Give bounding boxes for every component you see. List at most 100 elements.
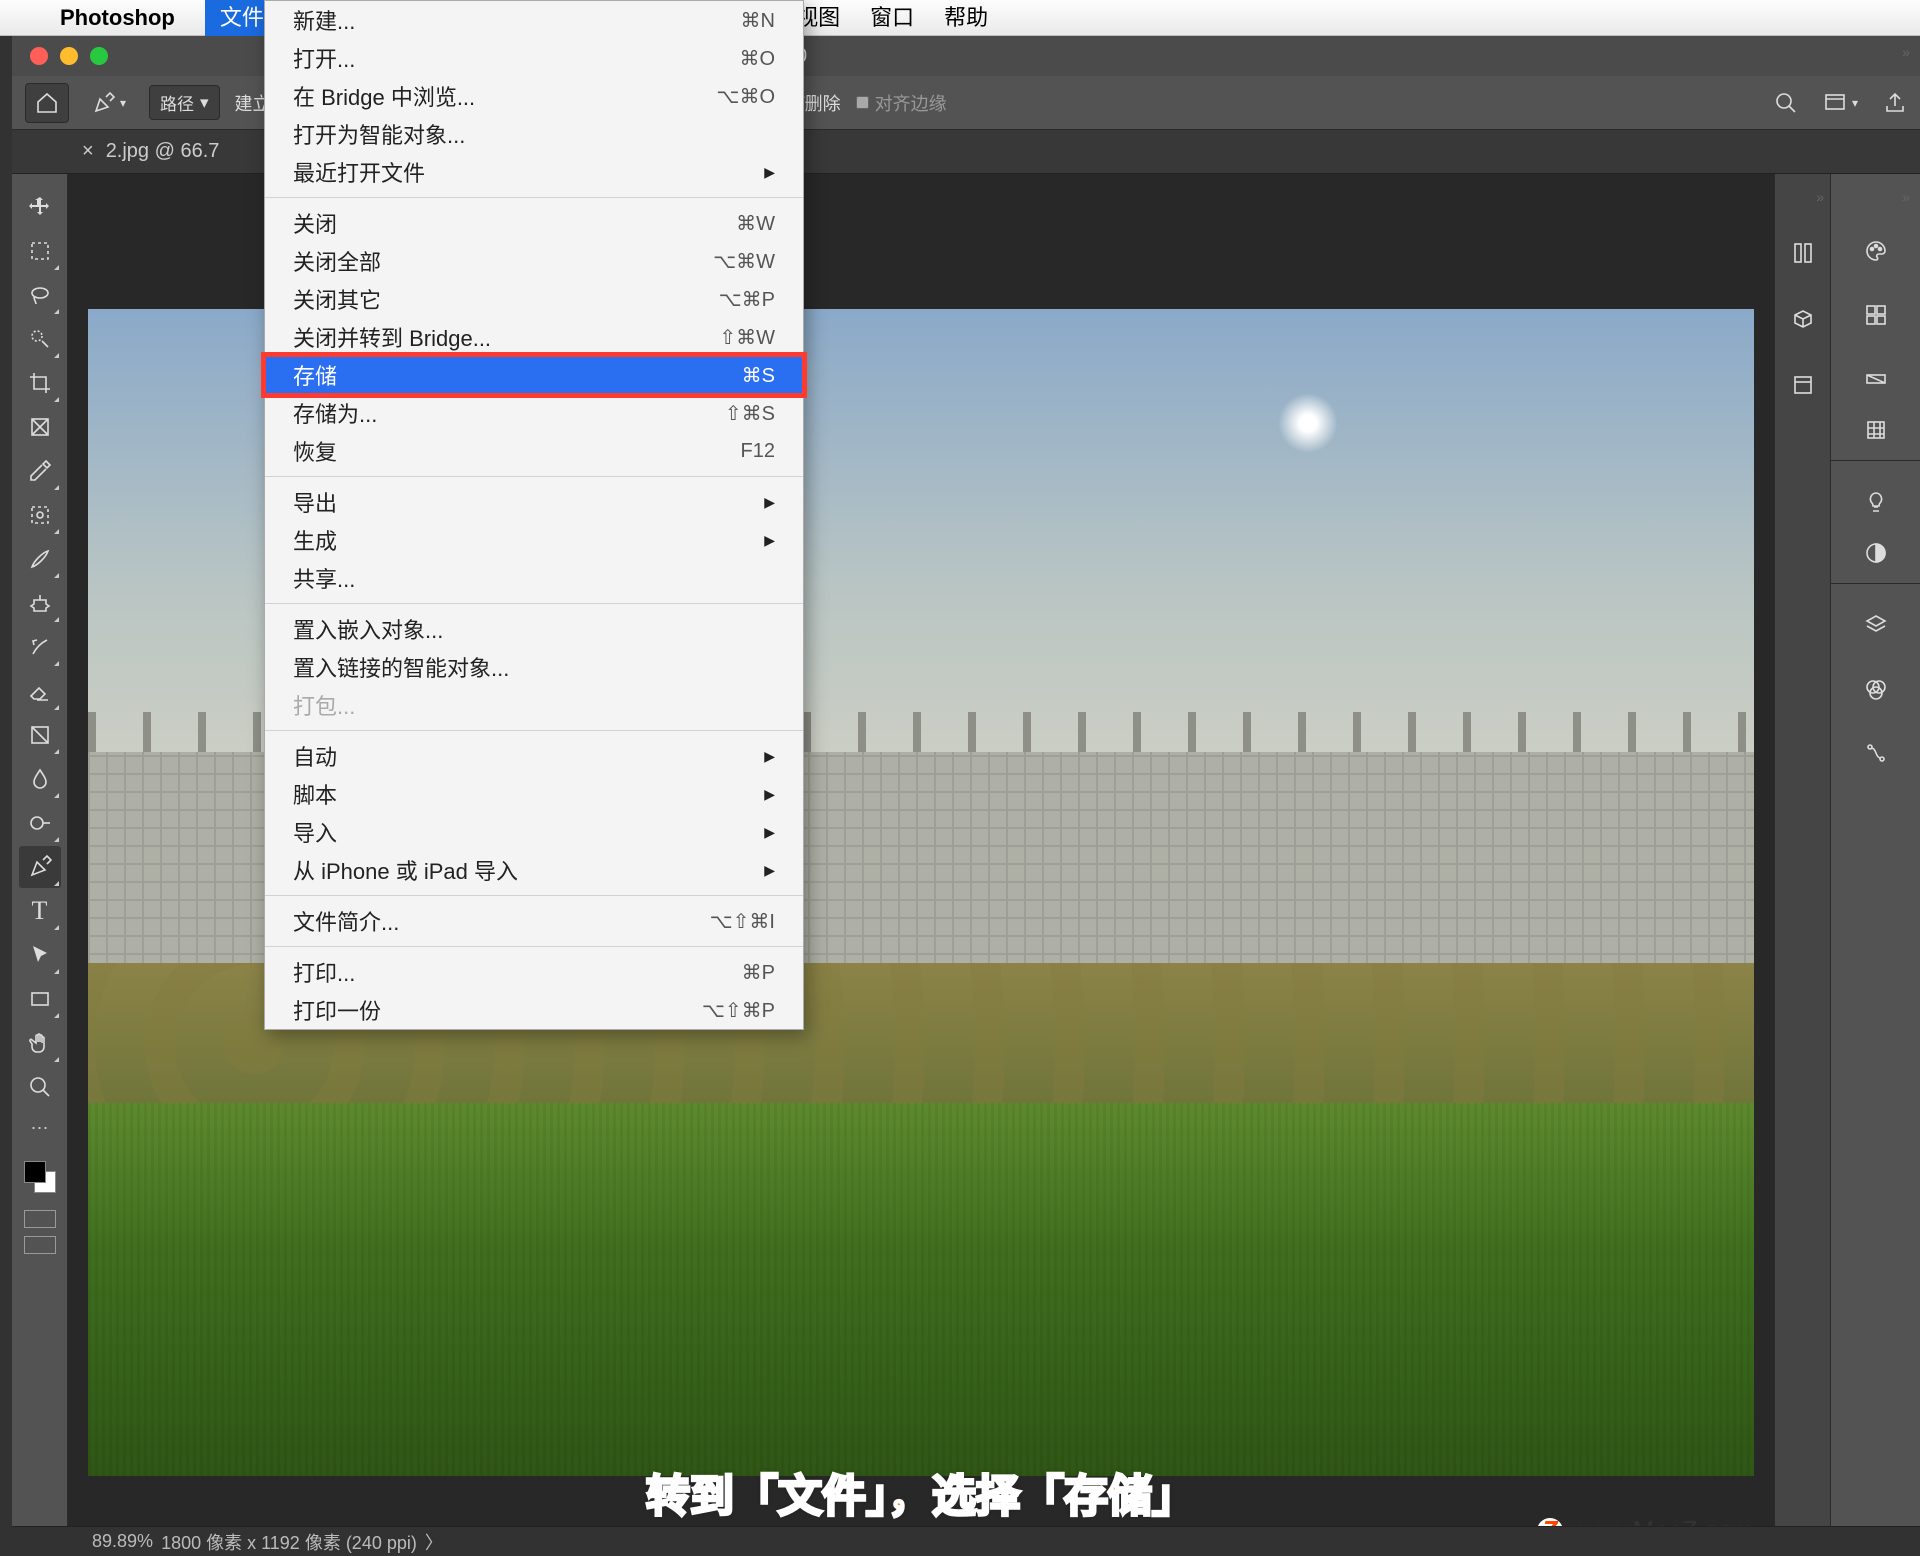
learn-panel-icon[interactable]	[1858, 484, 1894, 520]
menu-item-label: 打开为智能对象...	[293, 118, 465, 150]
menu-window[interactable]: 窗口	[855, 0, 929, 36]
menu-help[interactable]: 帮助	[929, 0, 1003, 36]
marquee-tool[interactable]	[19, 230, 61, 272]
libraries-icon[interactable]	[1785, 235, 1821, 271]
menu-item[interactable]: 关闭其它⌥⌘P	[265, 280, 803, 318]
align-edges-input[interactable]	[856, 96, 869, 109]
menu-item[interactable]: 存储为...⇧⌘S	[265, 394, 803, 432]
menu-item-shortcut: ⌘S	[742, 363, 775, 388]
menu-item[interactable]: 打开...⌘O	[265, 39, 803, 77]
menu-item-label: 打开...	[293, 42, 355, 74]
menu-item-label: 导出	[293, 486, 337, 518]
layers-panel-icon[interactable]	[1858, 607, 1894, 643]
zoom-tool[interactable]	[19, 1066, 61, 1108]
menu-item[interactable]: 置入链接的智能对象...	[265, 648, 803, 686]
menu-item[interactable]: 导入	[265, 813, 803, 851]
pen-tool[interactable]	[19, 846, 61, 888]
foreground-background-swatch[interactable]	[24, 1161, 56, 1193]
menu-item[interactable]: 置入嵌入对象...	[265, 610, 803, 648]
gradients-panel-icon[interactable]	[1858, 361, 1894, 397]
menu-item[interactable]: 在 Bridge 中浏览...⌥⌘O	[265, 77, 803, 115]
menu-item[interactable]: 从 iPhone 或 iPad 导入	[265, 851, 803, 889]
adjustments-panel-icon[interactable]	[1831, 548, 1920, 584]
menu-item[interactable]: 打印...⌘P	[265, 953, 803, 991]
app-name[interactable]: Photoshop	[60, 5, 175, 31]
swatches-panel-icon[interactable]	[1858, 297, 1894, 333]
history-brush-tool[interactable]	[19, 626, 61, 668]
menu-item-shortcut: ⇧⌘W	[719, 325, 775, 350]
menu-item[interactable]: 打印一份⌥⇧⌘P	[265, 991, 803, 1029]
dodge-tool[interactable]	[19, 802, 61, 844]
healing-tool[interactable]	[19, 494, 61, 536]
path-selection-tool[interactable]	[19, 934, 61, 976]
menu-item[interactable]: 关闭⌘W	[265, 204, 803, 242]
search-icon[interactable]	[1774, 91, 1798, 115]
menu-item-shortcut: ⌘N	[741, 8, 775, 33]
clone-stamp-tool[interactable]	[19, 582, 61, 624]
eyedropper-tool[interactable]	[19, 450, 61, 492]
path-mode-dropdown[interactable]: 路径▾	[149, 85, 220, 120]
window-minimize-button[interactable]	[60, 47, 78, 65]
status-chevron-icon[interactable]: 〉	[425, 1529, 443, 1555]
expand-icon[interactable]: »	[1902, 189, 1910, 205]
menu-item[interactable]: 恢复F12	[265, 432, 803, 470]
menu-item[interactable]: 存储⌘S	[265, 356, 803, 394]
path-mode-label: 路径	[160, 90, 194, 115]
menu-item-label: 在 Bridge 中浏览...	[293, 80, 475, 112]
menu-item[interactable]: 打开为智能对象...	[265, 115, 803, 153]
brush-tool[interactable]	[19, 538, 61, 580]
align-edges-checkbox[interactable]: 对齐边缘	[856, 90, 947, 116]
hand-tool[interactable]	[19, 1022, 61, 1064]
home-button[interactable]	[25, 83, 69, 123]
3d-panel-icon[interactable]	[1785, 301, 1821, 337]
menu-item[interactable]: 共享...	[265, 559, 803, 597]
panel-strip: »	[1774, 174, 1830, 1556]
menu-item[interactable]: 最近打开文件	[265, 153, 803, 191]
color-panel-icon[interactable]	[1858, 233, 1894, 269]
menu-item-label: 从 iPhone 或 iPad 导入	[293, 854, 518, 886]
collapse-icon[interactable]: »	[1902, 44, 1910, 60]
blur-tool[interactable]	[19, 758, 61, 800]
expand-icon[interactable]: »	[1816, 189, 1824, 205]
share-icon[interactable]	[1883, 91, 1907, 115]
menu-item[interactable]: 导出	[265, 483, 803, 521]
quick-selection-tool[interactable]	[19, 318, 61, 360]
align-edges-label: 对齐边缘	[875, 90, 947, 116]
patterns-panel-icon[interactable]	[1831, 425, 1920, 461]
menu-item[interactable]: 关闭全部⌥⌘W	[265, 242, 803, 280]
tab-close-icon[interactable]: ×	[82, 140, 94, 163]
tool-preset-icon[interactable]: ▾	[84, 91, 134, 115]
menu-item[interactable]: 脚本	[265, 775, 803, 813]
move-tool[interactable]	[19, 186, 61, 228]
document-dimensions[interactable]: 1800 像素 x 1192 像素 (240 ppi)	[161, 1529, 417, 1555]
window-maximize-button[interactable]	[90, 47, 108, 65]
type-tool[interactable]: T	[19, 890, 61, 932]
properties-panel-icon[interactable]	[1785, 367, 1821, 403]
document-tab[interactable]: × 2.jpg @ 66.7	[82, 140, 219, 163]
menu-item-label: 生成	[293, 524, 337, 556]
frame-tool[interactable]	[19, 406, 61, 448]
eraser-tool[interactable]	[19, 670, 61, 712]
crop-tool[interactable]	[19, 362, 61, 404]
menu-item[interactable]: 关闭并转到 Bridge...⇧⌘W	[265, 318, 803, 356]
home-icon	[35, 91, 59, 115]
screen-mode-icon[interactable]	[24, 1236, 56, 1254]
zoom-level[interactable]: 89.89%	[92, 1531, 153, 1552]
menu-item[interactable]: 新建...⌘N	[265, 1, 803, 39]
paths-panel-icon[interactable]	[1858, 735, 1894, 771]
workspace-switcher[interactable]: ▾	[1823, 91, 1858, 115]
menu-item[interactable]: 文件简介...⌥⇧⌘I	[265, 902, 803, 940]
edit-toolbar-icon[interactable]: ⋯	[31, 1118, 49, 1139]
window-close-button[interactable]	[30, 47, 48, 65]
menu-item-shortcut: ⌥⌘P	[719, 287, 775, 312]
lasso-tool[interactable]	[19, 274, 61, 316]
quick-mask-icon[interactable]	[24, 1210, 56, 1228]
menu-item-label: 导入	[293, 816, 337, 848]
channels-panel-icon[interactable]	[1858, 671, 1894, 707]
gradient-tool[interactable]	[19, 714, 61, 756]
menu-item-shortcut: F12	[741, 440, 775, 463]
tab-label: 2.jpg @ 66.7	[106, 140, 220, 163]
rectangle-tool[interactable]	[19, 978, 61, 1020]
menu-item[interactable]: 自动	[265, 737, 803, 775]
menu-item[interactable]: 生成	[265, 521, 803, 559]
